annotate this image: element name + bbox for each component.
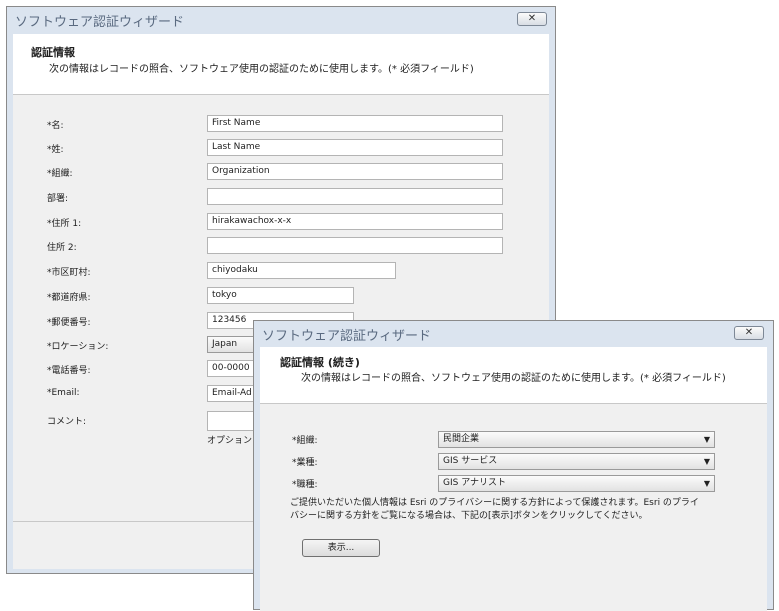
page-subtitle: 次の情報はレコードの照合、ソフトウェア使用の認証のために使用します。(* 必須フ… bbox=[49, 64, 474, 75]
close-icon: ✕ bbox=[527, 13, 537, 24]
organization-type-select[interactable]: 民間企業 ▼ bbox=[438, 431, 715, 448]
email-label: *Email: bbox=[47, 388, 80, 398]
organization-type-value: 民間企業 bbox=[443, 434, 480, 444]
window-title: ソフトウェア認証ウィザード bbox=[15, 15, 185, 30]
page-subtitle: 次の情報はレコードの照合、ソフトウェア使用の認証のために使用します。(* 必須フ… bbox=[301, 373, 726, 384]
page-title: 認証情報 (続き) bbox=[280, 356, 360, 369]
comment-label: コメント: bbox=[47, 417, 87, 427]
job-title-select[interactable]: GIS アナリスト ▼ bbox=[438, 475, 715, 492]
chevron-down-icon: ▼ bbox=[703, 435, 710, 444]
address2-label: 住所 2: bbox=[47, 243, 77, 253]
prefecture-label: *都道府県: bbox=[47, 293, 91, 303]
location-label: *ロケーション: bbox=[47, 342, 109, 352]
prefecture-field[interactable]: tokyo bbox=[207, 287, 354, 304]
city-field[interactable]: chiyodaku bbox=[207, 262, 396, 279]
privacy-notice-line2: バシーに関する方針をご覧になる場合は、下記の[表示]ボタンをクリックしてください… bbox=[290, 511, 648, 521]
industry-select[interactable]: GIS サービス ▼ bbox=[438, 453, 715, 470]
city-label: *市区町村: bbox=[47, 268, 91, 278]
first-name-field[interactable]: First Name bbox=[207, 115, 503, 132]
address1-label: *住所 1: bbox=[47, 219, 82, 229]
show-privacy-button[interactable]: 表示... bbox=[302, 539, 380, 557]
department-field[interactable] bbox=[207, 188, 503, 205]
location-value: Japan bbox=[212, 339, 238, 349]
job-title-label: *職種: bbox=[292, 480, 318, 490]
job-title-value: GIS アナリスト bbox=[443, 478, 507, 488]
wizard-window-front: ソフトウェア認証ウィザード ✕ 認証情報 (続き) 次の情報はレコードの照合、ソ… bbox=[253, 320, 774, 611]
close-button[interactable]: ✕ bbox=[734, 326, 764, 340]
title-bar[interactable]: ソフトウェア認証ウィザード ✕ bbox=[7, 7, 555, 30]
dialog-client-area: 認証情報 (続き) 次の情報はレコードの照合、ソフトウェア使用の認証のために使用… bbox=[260, 347, 767, 611]
chevron-down-icon: ▼ bbox=[703, 479, 710, 488]
chevron-down-icon: ▼ bbox=[703, 457, 710, 466]
close-icon: ✕ bbox=[744, 327, 754, 338]
address1-field[interactable]: hirakawachox-x-x bbox=[207, 213, 503, 230]
close-button[interactable]: ✕ bbox=[517, 12, 547, 26]
phone-label: *電話番号: bbox=[47, 366, 91, 376]
organization-field[interactable]: Organization bbox=[207, 163, 503, 180]
privacy-notice-line1: ご提供いただいた個人情報は Esri のプライバシーに関する方針によって保護され… bbox=[290, 498, 699, 508]
last-name-label: *姓: bbox=[47, 145, 64, 155]
first-name-label: *名: bbox=[47, 121, 64, 131]
industry-value: GIS サービス bbox=[443, 456, 498, 466]
page-title: 認証情報 bbox=[31, 46, 75, 59]
last-name-field[interactable]: Last Name bbox=[207, 139, 503, 156]
department-label: 部署: bbox=[47, 194, 69, 204]
dialog-header: 認証情報 次の情報はレコードの照合、ソフトウェア使用の認証のために使用します。(… bbox=[13, 34, 549, 95]
dialog-header: 認証情報 (続き) 次の情報はレコードの照合、ソフトウェア使用の認証のために使用… bbox=[260, 347, 767, 404]
address2-field[interactable] bbox=[207, 237, 503, 254]
industry-label: *業種: bbox=[292, 458, 318, 468]
title-bar[interactable]: ソフトウェア認証ウィザード ✕ bbox=[254, 321, 773, 344]
postal-code-label: *郵便番号: bbox=[47, 318, 91, 328]
window-title: ソフトウェア認証ウィザード bbox=[262, 329, 432, 344]
organization-label: *組織: bbox=[47, 169, 73, 179]
organization-type-label: *組織: bbox=[292, 436, 318, 446]
